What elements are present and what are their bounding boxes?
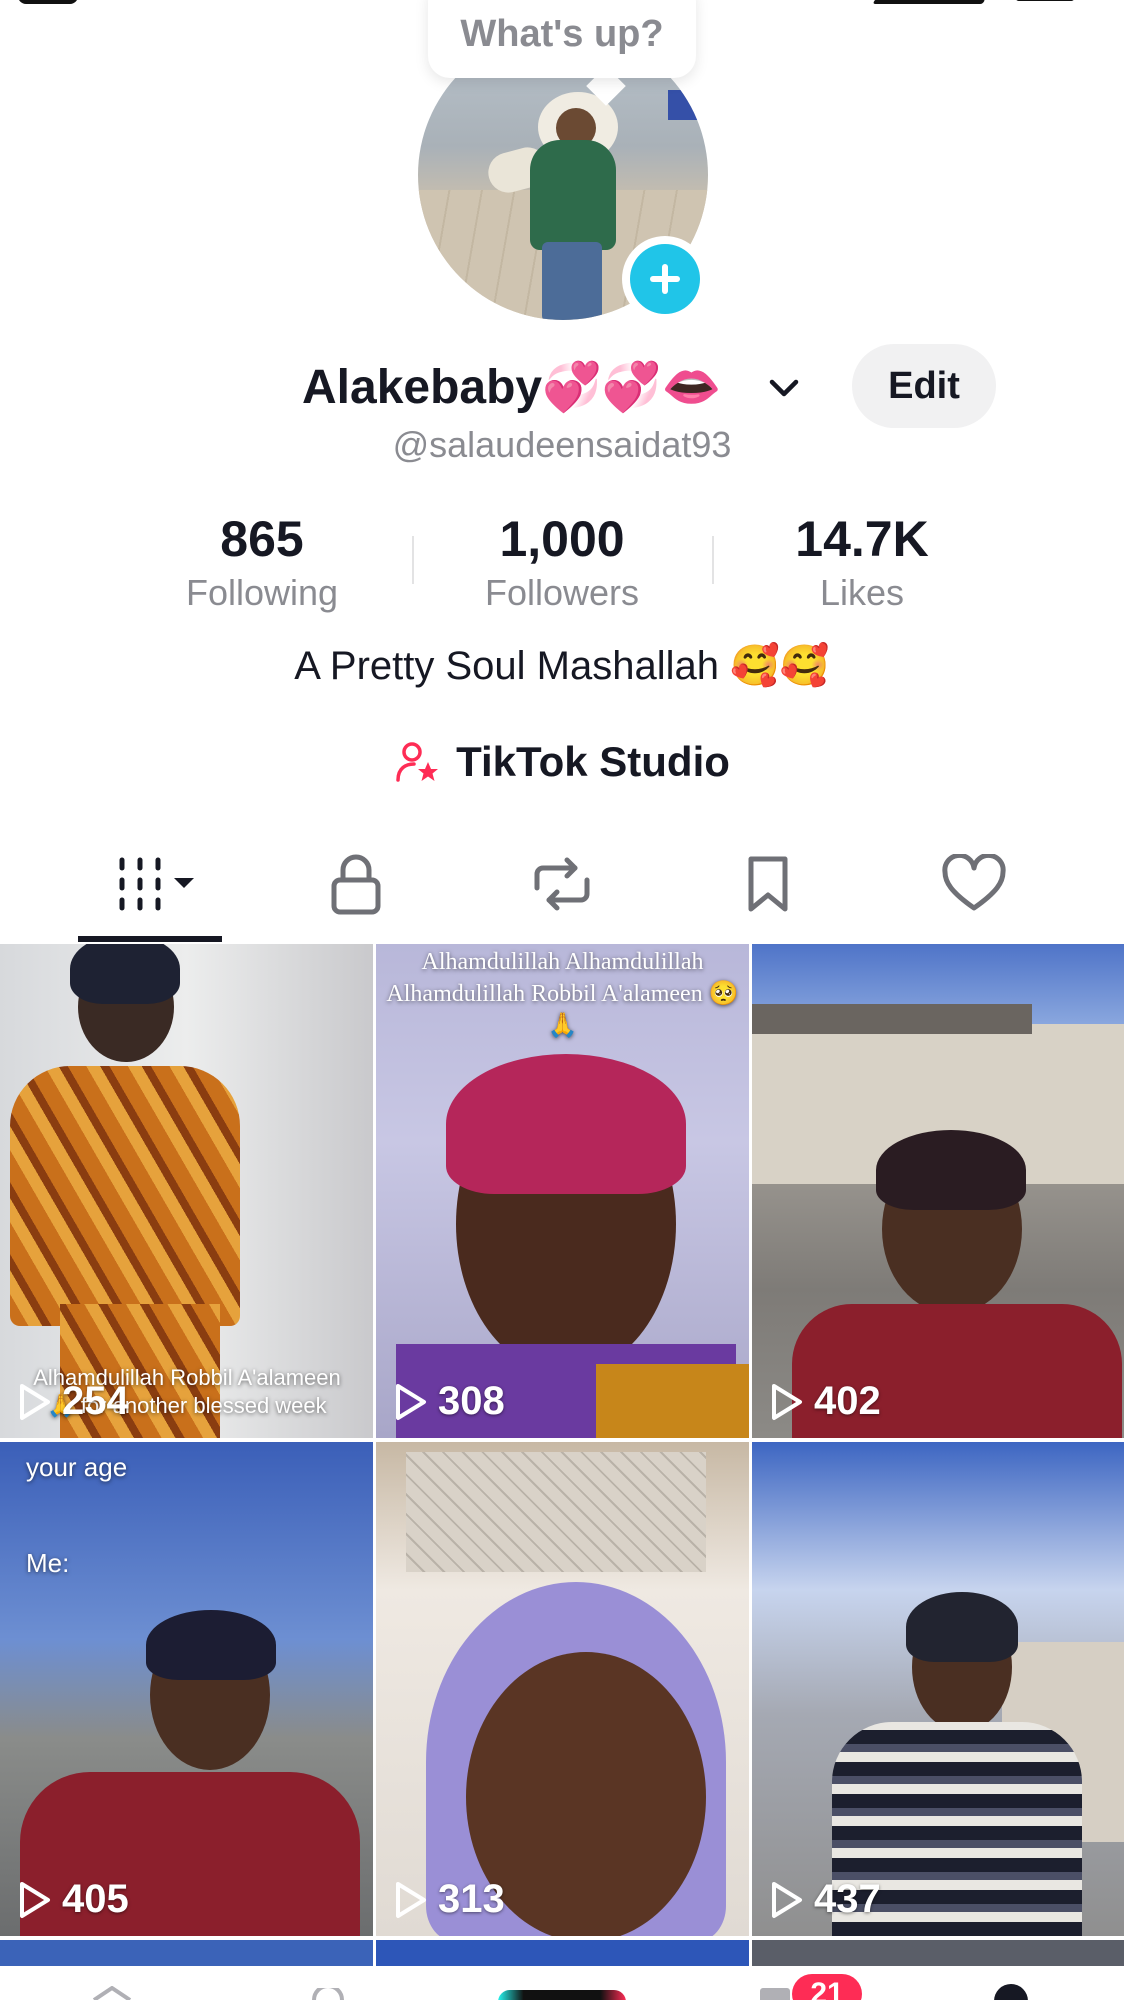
stat-divider: [412, 536, 414, 584]
video-caption: Me:: [26, 1548, 70, 1578]
video-thumbnail[interactable]: Alhamdulillah Alhamdulillah Alhamdulilla…: [376, 944, 749, 1438]
tiktok-studio-label: TikTok Studio: [456, 738, 730, 785]
stat-following[interactable]: 865 Following: [142, 508, 382, 616]
view-count-value: 308: [438, 1379, 505, 1423]
repost-icon: [534, 857, 590, 911]
play-icon: [20, 1383, 50, 1420]
play-icon: [396, 1881, 426, 1918]
lock-icon: [331, 854, 381, 915]
video-thumbnail[interactable]: 437: [752, 1442, 1124, 1936]
display-name[interactable]: Alakebaby💞💞👄: [302, 356, 721, 416]
view-count: 254: [18, 1379, 129, 1424]
active-tab-indicator: [78, 936, 222, 942]
tab-videos[interactable]: [90, 846, 210, 922]
status-bar-glyph: [18, 0, 78, 4]
status-bar-glyph: [874, 0, 984, 4]
stat-likes[interactable]: 14.7K Likes: [742, 508, 982, 616]
bookmark-icon: [748, 856, 788, 912]
view-count-value: 313: [438, 1877, 505, 1921]
stat-value: 865: [220, 511, 304, 567]
view-count-value: 405: [62, 1877, 129, 1921]
tiktok-studio-link[interactable]: TikTok Studio: [0, 738, 1124, 786]
stat-divider: [712, 536, 714, 584]
creator-star-icon: [396, 742, 439, 782]
inbox-badge: 21: [792, 1974, 862, 2000]
view-count: 437: [770, 1877, 881, 1922]
edit-profile-button[interactable]: Edit: [852, 344, 996, 428]
plus-icon: [630, 244, 700, 314]
view-count: 313: [394, 1877, 505, 1922]
video-thumbnail[interactable]: 313: [376, 1442, 749, 1936]
stat-label: Likes: [819, 572, 905, 613]
play-icon: [396, 1383, 426, 1420]
username-handle: @salaudeensaidat93: [392, 424, 732, 465]
inbox-icon[interactable]: [760, 1988, 790, 2000]
video-thumbnail[interactable]: Alhamdulillah Robbil A'alameen 🙏 for ano…: [0, 944, 373, 1438]
stat-followers[interactable]: 1,000 Followers: [442, 508, 682, 616]
stat-label: Followers: [484, 572, 640, 613]
video-thumbnail[interactable]: your age Me: 405: [0, 1442, 373, 1936]
heart-icon: [942, 854, 1006, 911]
tab-private[interactable]: [296, 846, 416, 922]
play-icon: [772, 1383, 802, 1420]
create-button[interactable]: [498, 1990, 626, 2000]
tab-saved[interactable]: [708, 846, 828, 922]
play-icon: [772, 1881, 802, 1918]
video-caption: your age: [26, 1452, 128, 1482]
view-count-value: 254: [62, 1379, 129, 1423]
chevron-down-icon[interactable]: [766, 370, 802, 406]
menu-icon[interactable]: [1016, 0, 1074, 1]
view-count-value: 402: [814, 1379, 881, 1423]
video-caption: Alhamdulillah Alhamdulillah Alhamdulilla…: [386, 949, 739, 1039]
stat-value: 14.7K: [795, 511, 929, 567]
view-count: 308: [394, 1379, 505, 1424]
tab-reposts[interactable]: [502, 846, 622, 922]
play-icon: [20, 1881, 50, 1918]
add-story-button[interactable]: [622, 236, 708, 322]
status-bubble[interactable]: What's up?: [428, 0, 696, 78]
tab-liked[interactable]: [914, 846, 1034, 922]
grid-icon: [119, 857, 194, 911]
view-count: 405: [18, 1877, 129, 1922]
stat-value: 1,000: [499, 511, 625, 567]
view-count: 402: [770, 1379, 881, 1424]
friends-icon[interactable]: [308, 1988, 348, 2000]
stat-label: Following: [185, 572, 339, 613]
view-count-value: 437: [814, 1877, 881, 1921]
profile-bio: A Pretty Soul Mashallah 🥰🥰: [294, 644, 830, 688]
video-thumbnail[interactable]: 402: [752, 944, 1124, 1438]
home-icon[interactable]: [90, 1986, 134, 2000]
